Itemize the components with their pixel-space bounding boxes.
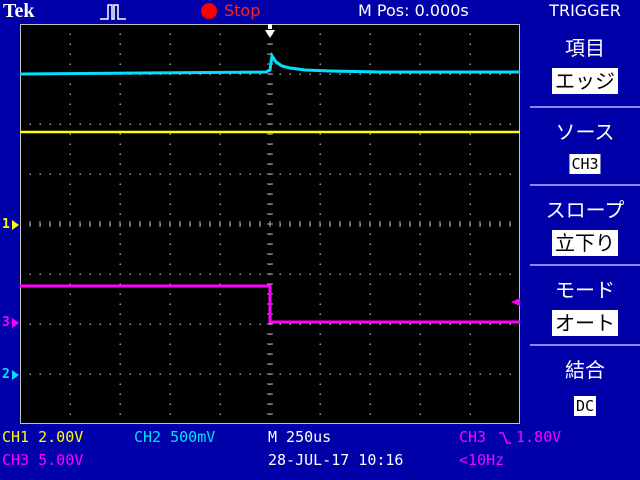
ch3-scale: CH3 5.00V xyxy=(2,451,84,469)
trigger-level: 1.80V xyxy=(516,428,562,446)
menu-value-source: CH3 xyxy=(569,154,601,174)
menu-label-type: 項目 xyxy=(565,36,605,60)
menu-item-slope[interactable]: スロープ 立下り xyxy=(530,184,640,260)
ch1-scale: CH1 2.00V xyxy=(2,428,84,446)
menu-value-coupling: DC xyxy=(573,396,597,416)
horizontal-position: M Pos: 0.000s xyxy=(358,1,469,20)
menu-item-source[interactable]: ソース CH3 xyxy=(530,106,640,182)
trigger-source: CH3 xyxy=(459,428,487,446)
menu-label-coupling: 結合 xyxy=(565,358,605,382)
trigger-level-icon xyxy=(511,298,520,306)
menu-label-slope: スロープ xyxy=(545,198,625,222)
menu-item-type[interactable]: 項目 エッジ xyxy=(530,24,640,100)
menu-value-slope: 立下り xyxy=(552,230,618,256)
menu-label-source: ソース xyxy=(555,120,615,144)
trigger-position-icon xyxy=(265,30,275,38)
waveform-display xyxy=(20,24,520,424)
timebase: M 250us xyxy=(268,428,332,446)
trigger-frequency: <10Hz xyxy=(459,451,505,469)
ch2-scale: CH2 500mV xyxy=(134,428,216,446)
ch2-marker-arrow-icon xyxy=(12,370,19,380)
pulse-icon xyxy=(100,4,126,20)
falling-edge-icon xyxy=(499,432,511,444)
stop-indicator-icon xyxy=(201,3,217,19)
ch1-marker-arrow-icon xyxy=(12,220,19,230)
status-bar: Tek Stop M Pos: 0.000s TRIGGER xyxy=(0,0,640,24)
menu-item-mode[interactable]: モード オート xyxy=(530,264,640,340)
menu-item-coupling[interactable]: 結合 DC xyxy=(530,344,640,424)
graticule xyxy=(20,24,520,424)
ch3-trace xyxy=(20,284,520,324)
trigger-menu: 項目 エッジ ソース CH3 スロープ 立下り モード オート 結合 DC xyxy=(530,24,640,424)
acquisition-state: Stop xyxy=(224,1,261,20)
center-ticks xyxy=(29,33,511,415)
ch1-ground-marker[interactable]: 1 xyxy=(2,217,10,232)
brand-logo: Tek xyxy=(3,0,35,22)
ch3-ground-marker[interactable]: 3 xyxy=(2,315,10,330)
ch1-trace xyxy=(20,51,520,76)
ch3-marker-arrow-icon xyxy=(12,318,19,328)
menu-value-mode: オート xyxy=(552,310,618,336)
menu-label-mode: モード xyxy=(555,278,615,302)
ch2-ground-marker[interactable]: 2 xyxy=(2,367,10,382)
menu-value-type: エッジ xyxy=(552,68,618,94)
timestamp: 28-JUL-17 10:16 xyxy=(268,451,404,469)
menu-title: TRIGGER xyxy=(549,1,621,20)
